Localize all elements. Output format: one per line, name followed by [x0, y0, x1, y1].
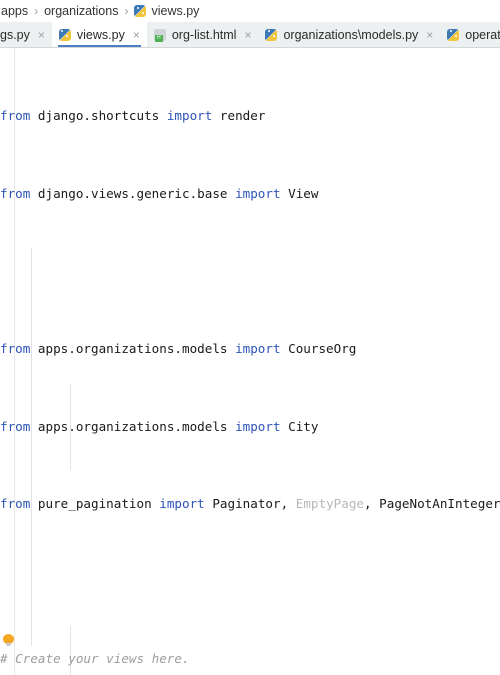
- breadcrumb-item-organizations[interactable]: organizations: [43, 4, 119, 18]
- tab-organizations-models-py[interactable]: organizations\models.py ×: [258, 22, 440, 47]
- code-content[interactable]: from django.shortcuts import render from…: [0, 48, 500, 675]
- tab-label: views.py: [76, 27, 125, 42]
- tab-views-py[interactable]: views.py ×: [51, 22, 147, 47]
- pycharm-editor-window: apps › organizations › views.py gs.py × …: [0, 0, 500, 675]
- code-line[interactable]: from pure_pagination import Paginator, E…: [0, 494, 500, 513]
- tab-label: org-list.html: [171, 27, 237, 42]
- tab-gs-py[interactable]: gs.py ×: [0, 22, 52, 47]
- code-line[interactable]: from django.views.generic.base import Vi…: [0, 184, 500, 203]
- close-icon[interactable]: ×: [133, 22, 140, 47]
- close-icon[interactable]: ×: [244, 22, 251, 47]
- python-file-icon: [134, 4, 147, 18]
- code-line[interactable]: from apps.organizations.models import Ci…: [0, 417, 500, 436]
- code-line[interactable]: # Create your views here.: [0, 649, 500, 668]
- breadcrumb-label: views.py: [151, 4, 200, 18]
- tab-operations-py[interactable]: operat: [440, 22, 500, 47]
- chevron-right-icon: ›: [124, 4, 129, 18]
- close-icon[interactable]: ×: [426, 22, 433, 47]
- python-file-icon: [58, 28, 72, 42]
- breadcrumb-label: organizations: [44, 4, 119, 18]
- tab-label: organizations\models.py: [283, 27, 419, 42]
- code-editor[interactable]: from django.shortcuts import render from…: [0, 48, 500, 675]
- close-icon[interactable]: ×: [38, 22, 45, 47]
- breadcrumb: apps › organizations › views.py: [0, 0, 500, 22]
- editor-tab-bar: gs.py × views.py × org-list.html × organ…: [0, 22, 500, 48]
- python-file-icon: [265, 28, 278, 42]
- html-file-icon: [153, 28, 167, 42]
- code-line[interactable]: from apps.organizations.models import Co…: [0, 339, 500, 358]
- tab-org-list-html[interactable]: org-list.html ×: [147, 22, 259, 47]
- chevron-right-icon: ›: [34, 4, 39, 18]
- breadcrumb-item-views-py[interactable]: views.py: [133, 4, 200, 18]
- breadcrumb-item-apps[interactable]: apps: [0, 4, 29, 18]
- tab-label: gs.py: [0, 27, 30, 42]
- code-line[interactable]: [0, 261, 500, 280]
- code-line[interactable]: from django.shortcuts import render: [0, 106, 500, 125]
- tab-label: operat: [465, 27, 500, 42]
- breadcrumb-label: apps: [1, 4, 29, 18]
- python-file-icon: [447, 28, 460, 42]
- code-line[interactable]: [0, 572, 500, 591]
